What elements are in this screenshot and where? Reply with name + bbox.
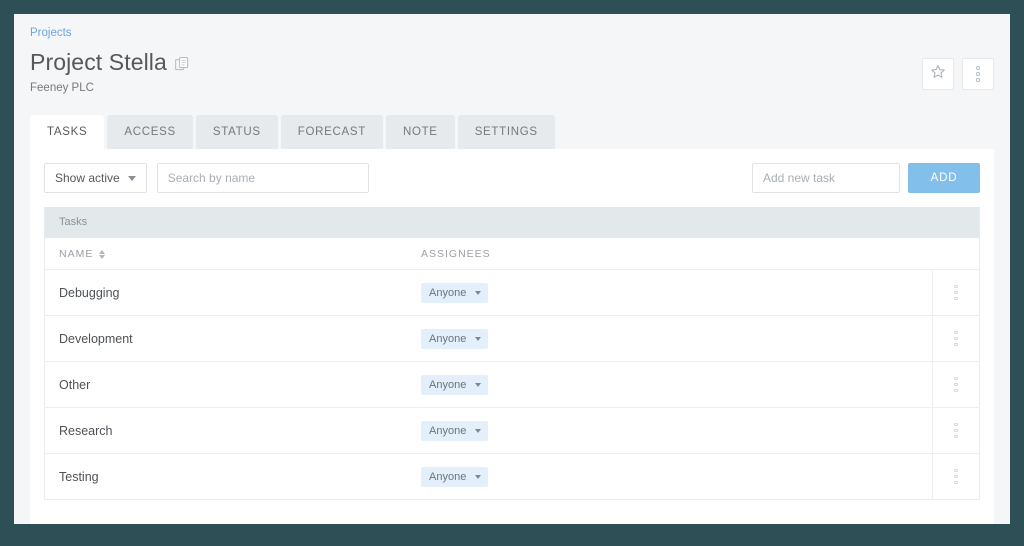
tab-tasks[interactable]: TASKS xyxy=(30,115,105,149)
page-title: Project Stella xyxy=(30,49,167,75)
table-row[interactable]: Debugging Anyone xyxy=(45,270,979,316)
row-actions-button[interactable] xyxy=(932,362,979,407)
tab-note[interactable]: NOTE xyxy=(385,115,455,149)
tasks-panel: Show active ADD Tasks NAME ASSIGNEES xyxy=(30,149,994,524)
row-actions-button[interactable] xyxy=(932,408,979,453)
task-name: Debugging xyxy=(59,285,120,300)
assignee-label: Anyone xyxy=(429,332,467,345)
tab-access[interactable]: ACCESS xyxy=(107,115,193,149)
company-subtitle: Feeney PLC xyxy=(30,82,94,94)
chevron-down-icon xyxy=(475,428,482,433)
assignee-chip[interactable]: Anyone xyxy=(421,420,489,441)
sort-updown-icon xyxy=(99,249,106,259)
assignee-label: Anyone xyxy=(429,424,467,437)
kebab-menu-icon xyxy=(954,422,958,439)
add-task-button[interactable]: ADD xyxy=(908,163,980,193)
tab-settings[interactable]: SETTINGS xyxy=(457,115,555,149)
browser-frame: Projects Project Stella Feeney PLC TASKS… xyxy=(0,0,1024,546)
chevron-down-icon xyxy=(475,382,482,387)
table-row[interactable]: Testing Anyone xyxy=(45,454,979,499)
assignee-chip[interactable]: Anyone xyxy=(421,466,489,487)
assignee-label: Anyone xyxy=(429,470,467,483)
task-name: Research xyxy=(59,423,113,438)
task-name: Testing xyxy=(59,469,99,484)
assignee-chip[interactable]: Anyone xyxy=(421,328,489,349)
tab-status[interactable]: STATUS xyxy=(195,115,278,149)
header-actions xyxy=(922,58,994,90)
assignee-chip[interactable]: Anyone xyxy=(421,374,489,395)
table-header-row: NAME ASSIGNEES xyxy=(45,238,979,270)
row-actions-button[interactable] xyxy=(932,316,979,361)
column-header-assignees: ASSIGNEES xyxy=(421,248,491,260)
assignee-label: Anyone xyxy=(429,378,467,391)
breadcrumb-projects[interactable]: Projects xyxy=(30,26,994,40)
kebab-menu-icon xyxy=(976,66,980,82)
assignee-label: Anyone xyxy=(429,286,467,299)
column-header-name-label: NAME xyxy=(59,248,94,260)
column-header-name[interactable]: NAME xyxy=(59,248,421,260)
kebab-menu-icon xyxy=(954,376,958,393)
task-name: Other xyxy=(59,377,91,392)
kebab-menu-icon xyxy=(954,468,958,485)
more-options-button[interactable] xyxy=(962,58,994,90)
new-task-input[interactable] xyxy=(752,163,900,193)
app-page: Projects Project Stella Feeney PLC TASKS… xyxy=(14,14,1010,524)
row-actions-button[interactable] xyxy=(932,454,979,499)
tasks-table: Tasks NAME ASSIGNEES Debugging Anyone De… xyxy=(44,207,980,500)
star-icon xyxy=(930,64,946,85)
kebab-menu-icon xyxy=(954,284,958,301)
kebab-menu-icon xyxy=(954,330,958,347)
tab-bar: TASKS ACCESS STATUS FORECAST NOTE SETTIN… xyxy=(14,115,1010,149)
favorite-button[interactable] xyxy=(922,58,954,90)
chevron-down-icon xyxy=(475,474,482,479)
row-actions-button[interactable] xyxy=(932,270,979,315)
table-row[interactable]: Research Anyone xyxy=(45,408,979,454)
table-row[interactable]: Other Anyone xyxy=(45,362,979,408)
tab-forecast[interactable]: FORECAST xyxy=(280,115,383,149)
search-input[interactable] xyxy=(156,163,369,193)
add-task-group: ADD xyxy=(752,163,980,193)
copy-pages-icon[interactable] xyxy=(174,56,190,72)
tasks-toolbar: Show active ADD xyxy=(44,163,980,193)
chevron-down-icon xyxy=(475,290,482,295)
task-name: Development xyxy=(59,331,133,346)
table-row[interactable]: Development Anyone xyxy=(45,316,979,362)
show-active-filter-label: Show active xyxy=(55,171,120,185)
show-active-filter[interactable]: Show active xyxy=(44,163,147,193)
title-row: Project Stella xyxy=(30,48,994,76)
page-header: Projects Project Stella Feeney PLC xyxy=(14,14,1010,95)
table-section-label: Tasks xyxy=(45,207,979,238)
chevron-down-icon xyxy=(475,336,482,341)
chevron-down-icon xyxy=(127,175,136,181)
assignee-chip[interactable]: Anyone xyxy=(421,282,489,303)
